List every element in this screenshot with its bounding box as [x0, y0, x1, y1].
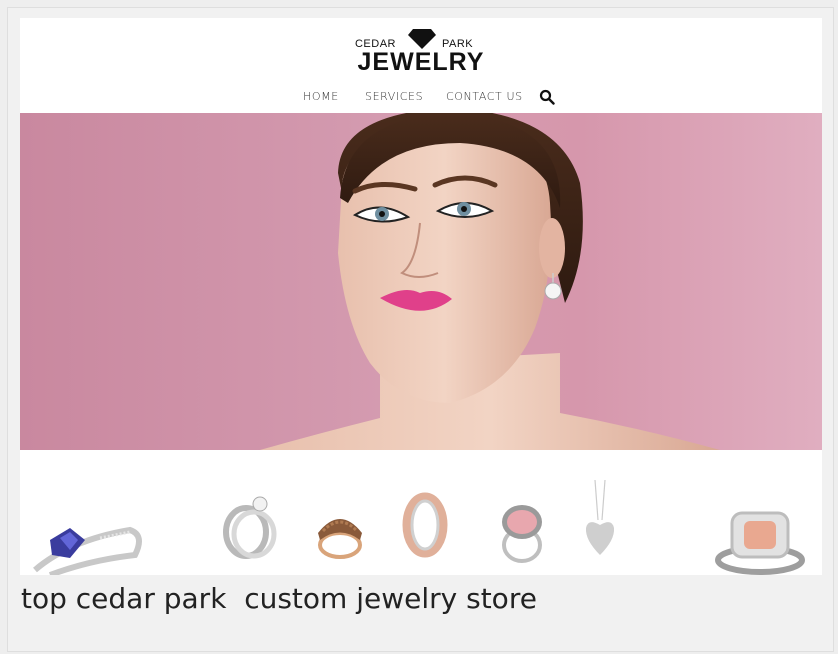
nav-services[interactable]: SERVICES [365, 90, 423, 103]
diamond-icon [408, 29, 436, 49]
logo[interactable]: CEDAR PARK JEWELRY [20, 26, 822, 80]
product-wedding-ring-set[interactable] [220, 490, 280, 560]
model-illustration [260, 113, 720, 450]
page-caption: top cedar park custom jewelry store [21, 582, 537, 615]
product-heart-pendant[interactable] [580, 480, 620, 560]
product-strip [20, 450, 822, 575]
logo-jewelry-text: JEWELRY [357, 48, 485, 76]
product-champagne-diamond-ring[interactable] [315, 505, 365, 560]
website-preview[interactable]: CEDAR PARK JEWELRY HOME SERVICES CONTACT… [20, 18, 822, 575]
hero-banner [20, 113, 822, 450]
product-morganite-halo-ring[interactable] [710, 505, 810, 575]
product-pink-stone-ring[interactable] [495, 500, 550, 565]
main-nav: HOME SERVICES CONTACT US [20, 89, 822, 106]
nav-home[interactable]: HOME [303, 90, 339, 103]
nav-contact-us[interactable]: CONTACT US [446, 90, 523, 103]
search-icon[interactable] [539, 89, 555, 105]
product-two-tone-band[interactable] [400, 490, 450, 560]
product-tanzanite-ring[interactable] [30, 510, 145, 575]
